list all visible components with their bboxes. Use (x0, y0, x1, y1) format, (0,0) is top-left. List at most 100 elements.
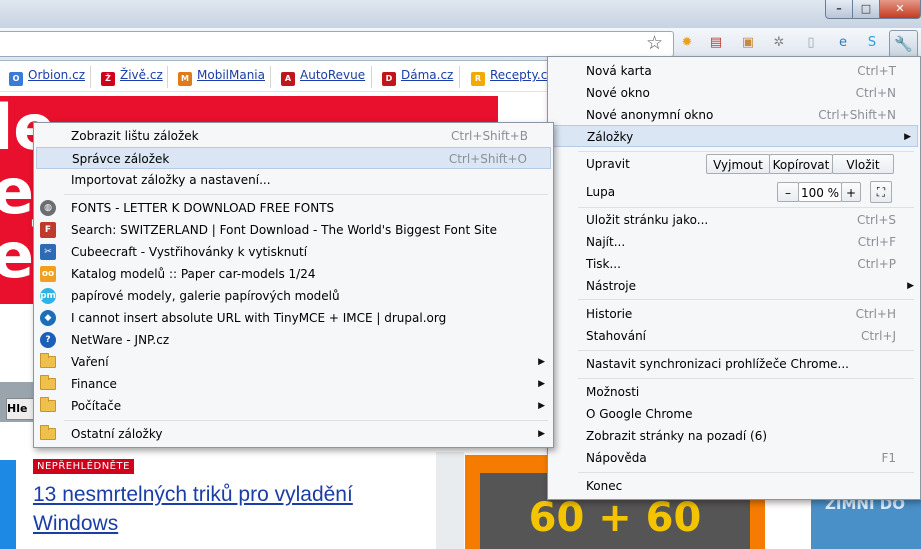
menu-item-label: Nová karta (586, 64, 652, 78)
article-badge: NEPŘEHLÉDNĚTE (33, 459, 134, 474)
bookmark-folder-other[interactable]: Ostatní záložky ▶ (34, 423, 553, 445)
menu-item-options[interactable]: Možnosti (548, 381, 920, 403)
bookmark-item[interactable]: ◆ I cannot insert absolute URL with TinyM… (34, 307, 553, 329)
bookmark-label: MobilMania (197, 68, 265, 82)
shortcut-label: Ctrl+F (857, 235, 896, 249)
gear-extension-icon[interactable]: ✲ (769, 33, 789, 53)
bookmark-item[interactable]: pm papírové modely, galerie papírových mo… (34, 285, 553, 307)
page-extension-icon[interactable]: ▯ (801, 33, 821, 53)
menu-item-new-tab[interactable]: Nová karta Ctrl+T (548, 60, 920, 82)
bookmark-label: Orbion.cz (28, 68, 85, 82)
recepty-favicon-icon: R (471, 72, 485, 86)
menu-item-label: Stahování (586, 329, 647, 343)
submenu-arrow-icon: ▶ (538, 429, 545, 439)
bookmark-item-label: I cannot insert absolute URL with TinyMC… (71, 311, 447, 325)
folder-label: Vaření (71, 355, 109, 369)
address-bar[interactable] (0, 31, 674, 57)
zoom-level: 100 % (798, 182, 842, 202)
separator (578, 350, 914, 351)
minimize-button[interactable]: – (825, 0, 853, 19)
bookmark-star-icon[interactable]: ☆ (646, 32, 663, 54)
bookmark-folder-vareni[interactable]: Vaření ▶ (34, 351, 553, 373)
menu-item-show-bookmarks-bar[interactable]: Zobrazit lištu záložek Ctrl+Shift+B (34, 125, 553, 147)
bookmark-label: Recepty.cz (490, 68, 554, 82)
window-titlebar (0, 0, 921, 28)
zoom-in-button[interactable]: + (841, 182, 861, 202)
article-headline-link[interactable]: 13 nesmrtelných triků pro vyladění Windo… (33, 480, 433, 538)
separator (90, 66, 91, 88)
shortcut-label: F1 (881, 451, 896, 465)
bookmark-autorevue[interactable]: A AutoRevue (281, 68, 365, 86)
bookmark-item[interactable]: oo Katalog modelů :: Paper car-models 1/2… (34, 263, 553, 285)
globe-icon: ◍ (40, 200, 56, 216)
separator (459, 66, 460, 88)
folder-icon (40, 353, 56, 368)
fullscreen-icon[interactable]: ⛶ (870, 181, 892, 203)
shortcut-label: Ctrl+T (857, 64, 896, 78)
bookmark-item[interactable]: ✂ Cubeecraft - Vystřihovánky k vytisknutí (34, 241, 553, 263)
menu-item-label: Záložky (587, 130, 634, 144)
menu-item-import-bookmarks[interactable]: Importovat záložky a nastavení... (34, 169, 553, 191)
zive-favicon-icon: Ž (101, 72, 115, 86)
menu-item-bookmark-manager[interactable]: Správce záložek Ctrl+Shift+O (36, 147, 551, 169)
cut-button[interactable]: Vyjmout (706, 154, 770, 174)
menu-item-zoom: Lupa (548, 181, 920, 203)
menu-item-save-page[interactable]: Uložit stránku jako... Ctrl+S (548, 209, 920, 231)
bookmark-dama[interactable]: D Dáma.cz (382, 68, 453, 86)
tabs-extension-icon[interactable]: ▤ (706, 33, 726, 53)
bookmark-label: Dáma.cz (401, 68, 454, 82)
bookmark-label: AutoRevue (300, 68, 366, 82)
paste-button[interactable]: Vložit (832, 154, 894, 174)
menu-item-find[interactable]: Najít... Ctrl+F (548, 231, 920, 253)
sun-extension-icon[interactable]: ✹ (677, 33, 697, 53)
dama-favicon-icon: D (382, 72, 396, 86)
menu-item-print[interactable]: Tisk... Ctrl+P (548, 253, 920, 275)
bookmark-item-label: papírové modely, galerie papírových mode… (71, 289, 340, 303)
menu-item-background-pages[interactable]: Zobrazit stránky na pozadí (6) (548, 425, 920, 447)
folder-label: Ostatní záložky (71, 427, 163, 441)
zoom-out-button[interactable]: – (777, 182, 799, 202)
bookmark-item[interactable]: ◍ FONTS - LETTER K DOWNLOAD FREE FONTS (34, 197, 553, 219)
separator (578, 378, 914, 379)
menu-item-help[interactable]: Nápověda F1 (548, 447, 920, 469)
skype-extension-icon[interactable]: S (862, 33, 882, 53)
menu-item-downloads[interactable]: Stahování Ctrl+J (548, 325, 920, 347)
bookmark-item[interactable]: ? NetWare - JNP.cz (34, 329, 553, 351)
menu-item-exit[interactable]: Konec (548, 475, 920, 497)
menu-item-label: O Google Chrome (586, 407, 693, 421)
menu-item-history[interactable]: Historie Ctrl+H (548, 303, 920, 325)
bookmark-folder-finance[interactable]: Finance ▶ (34, 373, 553, 395)
copy-button[interactable]: Kopírovat (769, 154, 833, 174)
wrench-menu-icon[interactable]: 🔧 (889, 30, 918, 58)
menu-item-sync[interactable]: Nastavit synchronizaci prohlížeče Chrome… (548, 353, 920, 375)
menu-item-bookmarks[interactable]: Záložky ▶ (550, 125, 918, 147)
menu-item-new-incognito[interactable]: Nové anonymní okno Ctrl+Shift+N (548, 104, 920, 126)
box-extension-icon[interactable]: ▣ (738, 33, 758, 53)
separator (64, 420, 548, 421)
bookmark-recepty[interactable]: R Recepty.cz (471, 68, 554, 86)
separator (578, 472, 914, 473)
menu-item-label: Tisk... (586, 257, 621, 271)
shortcut-label: Ctrl+P (857, 257, 896, 271)
close-window-button[interactable]: ✕ (879, 0, 921, 19)
bookmark-mobilmania[interactable]: M MobilMania (178, 68, 265, 86)
separator (371, 66, 372, 88)
menu-item-about[interactable]: O Google Chrome (548, 403, 920, 425)
search-button[interactable]: Hle (6, 398, 36, 420)
menu-item-label: Zobrazit stránky na pozadí (6) (586, 429, 768, 443)
maximize-button[interactable]: □ (852, 0, 880, 19)
shortcut-label: Ctrl+N (855, 86, 896, 100)
menu-item-tools[interactable]: Nástroje ▶ (548, 275, 920, 297)
drupal-icon: ◆ (40, 310, 56, 326)
ie-tab-extension-icon[interactable]: e (833, 33, 853, 53)
bookmark-item[interactable]: F Search: SWITZERLAND | Font Download - T… (34, 219, 553, 241)
bookmark-folder-pocitace[interactable]: Počítače ▶ (34, 395, 553, 417)
bookmark-item-label: FONTS - LETTER K DOWNLOAD FREE FONTS (71, 201, 335, 215)
separator (270, 66, 271, 88)
bookmark-zive[interactable]: Ž Živě.cz (101, 68, 163, 86)
menu-item-label: Lupa (586, 185, 616, 199)
scissors-icon: ✂ (40, 244, 56, 260)
column-divider (436, 452, 464, 549)
bookmark-orbion[interactable]: O Orbion.cz (9, 68, 85, 86)
menu-item-new-window[interactable]: Nové okno Ctrl+N (548, 82, 920, 104)
